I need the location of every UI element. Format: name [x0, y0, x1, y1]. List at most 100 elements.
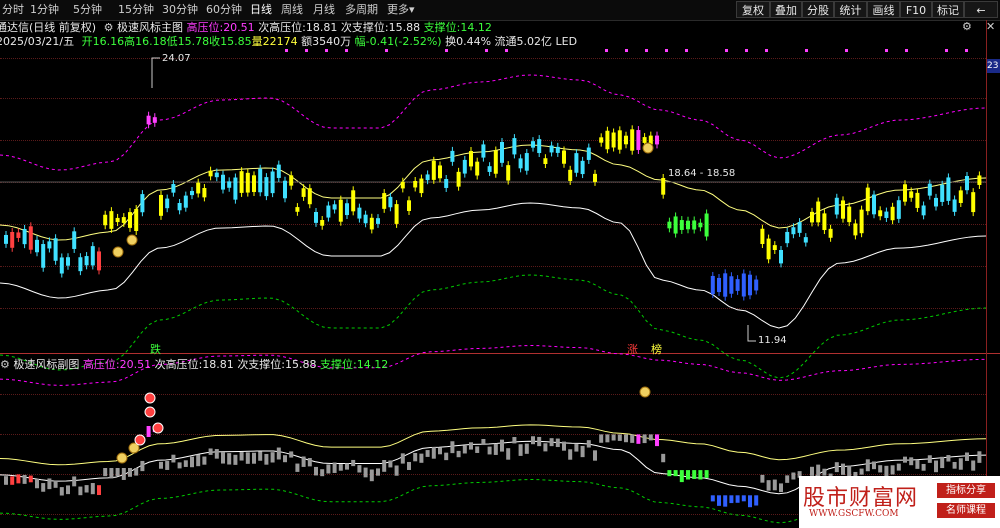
- sub-candle-body: [326, 464, 331, 474]
- candle-body: [171, 184, 176, 193]
- candle-body: [679, 220, 684, 230]
- sub-candle-body: [196, 454, 201, 467]
- candle-body: [797, 222, 802, 233]
- candle-body: [599, 137, 604, 143]
- sub-candle-body: [202, 456, 207, 465]
- candle-body: [190, 190, 194, 196]
- sub-candle-body: [735, 495, 740, 503]
- sub-candle-body: [543, 443, 548, 452]
- sub-candle-body: [624, 434, 628, 443]
- sub-candle-body: [605, 434, 610, 443]
- candle-body: [766, 238, 771, 260]
- sub-candle-body: [97, 485, 101, 496]
- candle-body: [183, 195, 188, 208]
- sub-support-label: 支撑位:: [320, 358, 357, 371]
- candle-body: [816, 201, 821, 223]
- sub-candle-body: [444, 452, 449, 461]
- sub-candle-body: [779, 483, 783, 493]
- sub-candle-body: [518, 444, 523, 456]
- candle-body: [134, 209, 139, 231]
- sub-candle-body: [183, 460, 188, 467]
- signal-dot: [625, 49, 628, 52]
- candle-body: [785, 231, 790, 244]
- sub-candle-body: [859, 468, 864, 475]
- candle-body: [407, 200, 411, 211]
- candle-body: [537, 139, 542, 154]
- sub-candle-body: [221, 452, 225, 464]
- candle-body: [617, 130, 622, 150]
- sub-candle-body: [512, 437, 517, 444]
- sub-candle-body: [611, 434, 616, 441]
- candle-body: [562, 150, 566, 164]
- candle-body: [357, 207, 362, 219]
- candle-body: [16, 232, 21, 238]
- candle-body: [946, 177, 951, 201]
- signal-dot: [965, 49, 968, 52]
- candle-body: [890, 206, 895, 221]
- sub-candle-body: [407, 461, 411, 470]
- candle-body: [977, 175, 982, 185]
- sub-candle-body: [965, 452, 969, 461]
- sub-candle-body: [717, 495, 721, 506]
- sub-support-value: 14.12: [356, 358, 389, 371]
- candle-body: [586, 147, 591, 160]
- candle-body: [159, 194, 163, 216]
- sub-settings-gear-icon[interactable]: ⚙: [0, 358, 10, 371]
- sub-candle-body: [16, 474, 21, 484]
- sub-candle-body: [376, 468, 380, 476]
- candlestick-chart[interactable]: [0, 0, 1000, 528]
- sub-candle-body: [704, 470, 709, 478]
- candle-body: [214, 172, 219, 178]
- sub-high-pressure-label: 高压位:: [82, 358, 120, 371]
- candle-body: [252, 175, 256, 193]
- sub-candle-body: [568, 449, 573, 460]
- range-mark-label: 18.64 - 18.58: [668, 168, 736, 179]
- sub-candle-body: [574, 444, 579, 452]
- sub-candle-body: [239, 452, 244, 461]
- candle-body: [78, 257, 83, 272]
- candle-body: [568, 169, 573, 181]
- sub-candle-body: [636, 434, 641, 444]
- sub-candle-body: [338, 464, 343, 471]
- sub-indicator-name[interactable]: 极速风标副图: [13, 358, 79, 371]
- signal-dot: [745, 49, 748, 52]
- sub-candle-body: [301, 456, 306, 467]
- candle-body: [307, 188, 312, 205]
- signal-dot: [505, 49, 508, 52]
- sub-candle-body: [53, 480, 58, 488]
- sub-candle-body: [4, 476, 8, 485]
- candle-body: [53, 238, 58, 261]
- sub-candle-body: [698, 470, 703, 480]
- sub-candle-body: [642, 434, 647, 444]
- sub-candle-body: [593, 450, 597, 461]
- sub-candle-body: [952, 461, 957, 469]
- candle-body: [128, 212, 132, 228]
- candle-body: [958, 190, 963, 203]
- sub-candle-body: [165, 461, 170, 470]
- sub-candle-body: [382, 460, 387, 472]
- candle-body: [438, 165, 442, 179]
- candle-body: [710, 275, 715, 295]
- sub-candle-body: [692, 470, 697, 479]
- sub-candle-body: [487, 446, 492, 455]
- sub-candle-body: [493, 443, 498, 455]
- sub-candle-body: [475, 446, 480, 453]
- candle-body: [810, 211, 814, 223]
- candle-body: [580, 160, 585, 175]
- candle-body: [264, 177, 269, 197]
- candle-body: [289, 175, 294, 186]
- sub-candle-body: [227, 453, 232, 465]
- candle-body: [431, 160, 436, 180]
- sub-candle-body: [357, 465, 362, 473]
- sub-candle-body: [103, 468, 108, 477]
- candle-body: [952, 199, 957, 212]
- candle-body: [791, 227, 796, 235]
- sub-candle-body: [686, 470, 690, 480]
- sub-candle-body: [921, 463, 926, 471]
- signal-dot: [445, 49, 448, 52]
- sub-candle-body: [208, 448, 213, 455]
- candle-body: [543, 158, 548, 165]
- sub-candle-body: [934, 460, 938, 473]
- sub-candle-body: [419, 453, 424, 463]
- candle-body: [717, 277, 721, 293]
